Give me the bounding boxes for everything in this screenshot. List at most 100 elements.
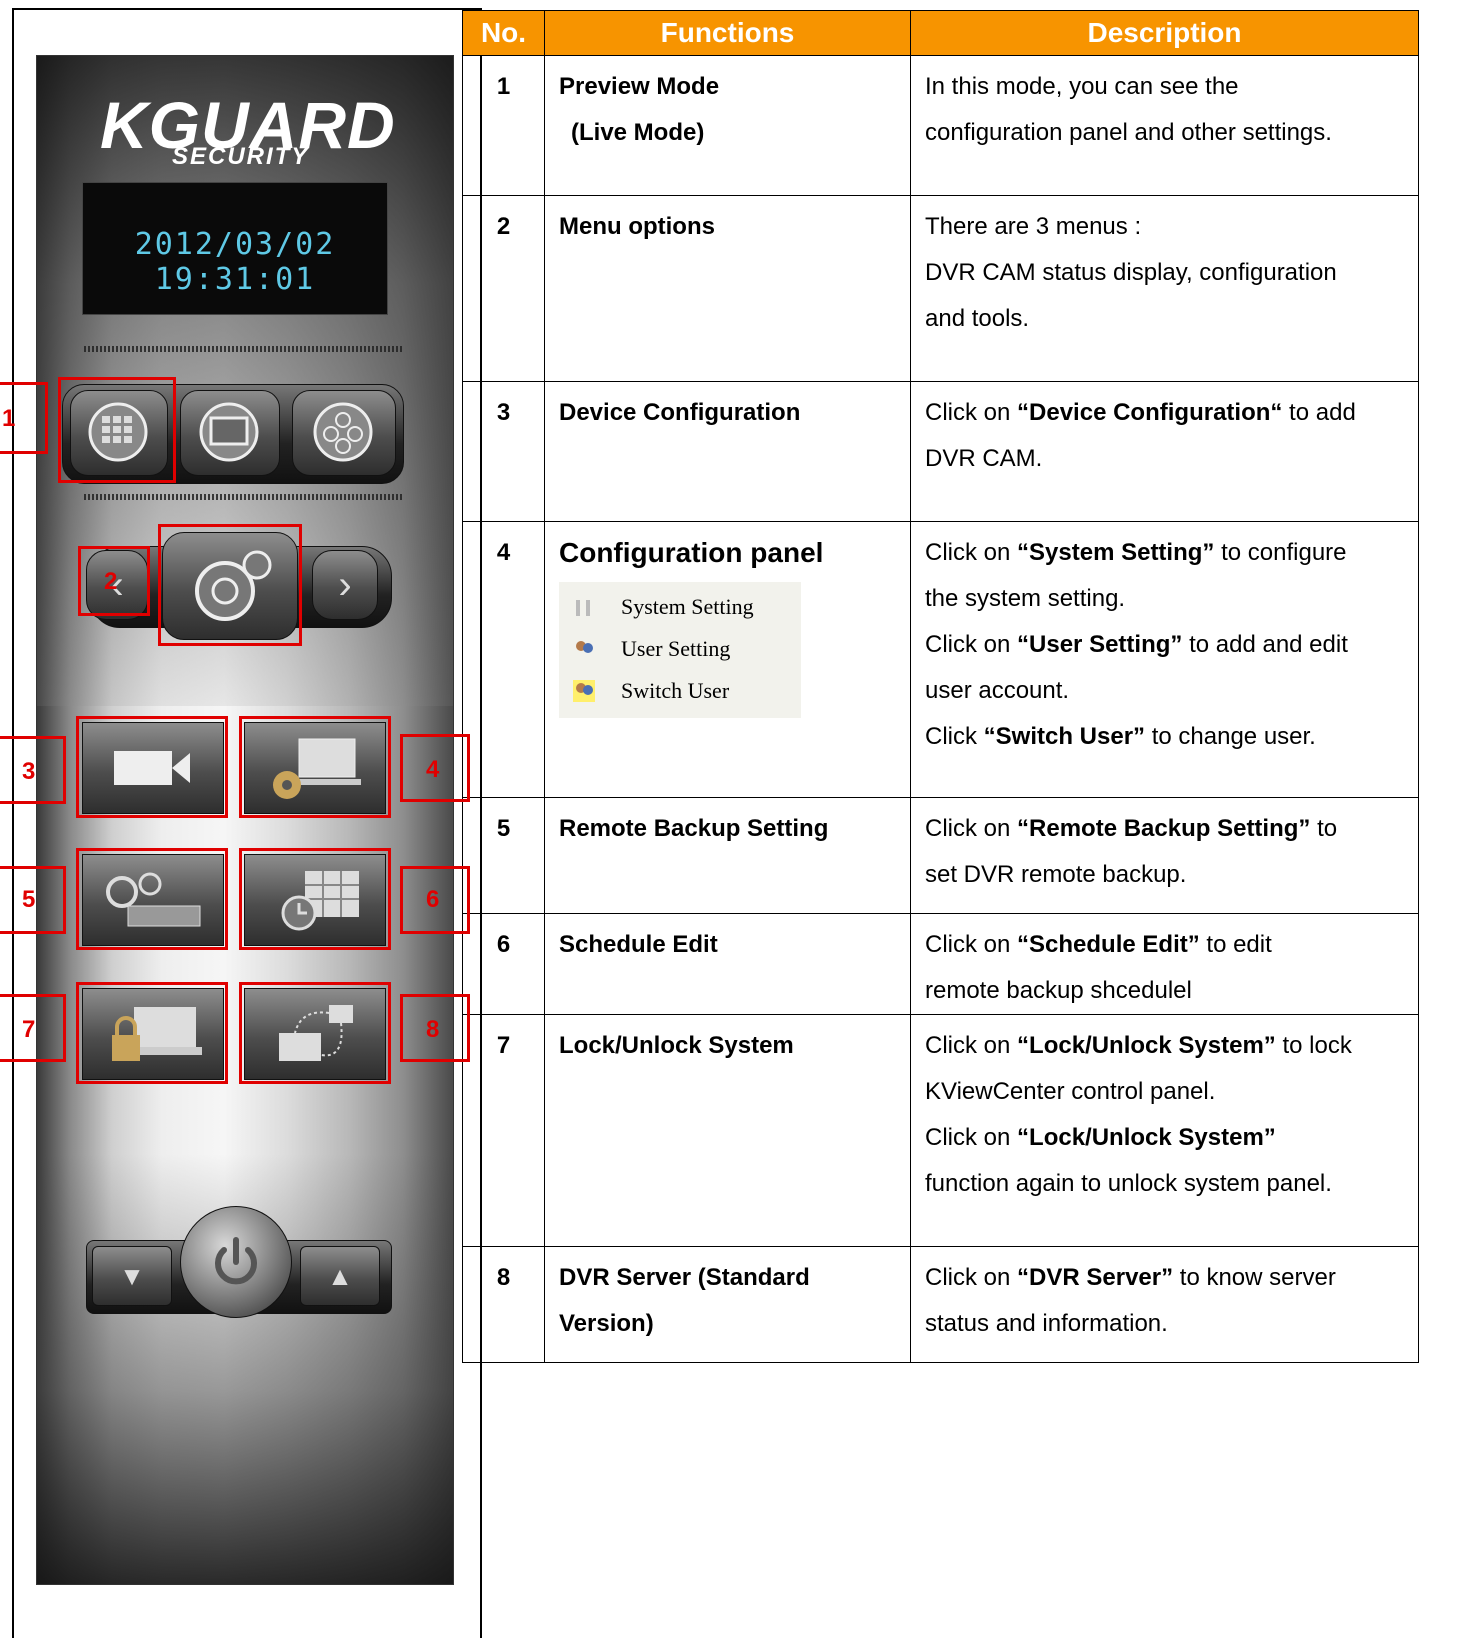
description-text: to change user.	[1145, 723, 1316, 750]
table-row: 8 DVR Server (Standard Version) Click on…	[462, 1246, 1419, 1363]
callout-highlight-1	[58, 377, 176, 483]
description-line: KViewCenter control panel.	[925, 1078, 1216, 1105]
description-text: Click on	[925, 815, 1018, 842]
function-name-cont: Version)	[559, 1310, 654, 1337]
row-number: 5	[462, 797, 545, 914]
table-row: 6 Schedule Edit Click on “Schedule Edit”…	[462, 913, 1419, 1015]
callout-highlight-7	[76, 982, 228, 1084]
row-number: 6	[462, 913, 545, 1015]
row-description: Click on “System Setting” to configure t…	[910, 521, 1419, 798]
callout-highlight-5	[76, 848, 228, 950]
callout-label-4: 4	[426, 756, 440, 783]
row-function: Configuration panel System Setting User …	[544, 521, 911, 798]
description-text: Click on	[925, 1032, 1018, 1059]
callout-highlight-4	[239, 716, 391, 818]
description-text: to add and edit	[1182, 631, 1348, 658]
row-function: Lock/Unlock System	[544, 1014, 911, 1247]
row-function: Remote Backup Setting	[544, 797, 911, 914]
header-no: No.	[462, 10, 545, 56]
function-name: Schedule Edit	[559, 931, 718, 958]
callout-label-6: 6	[426, 886, 440, 913]
scroll-down-button[interactable]: ▼	[92, 1246, 172, 1306]
description-line: configuration panel and other settings.	[925, 119, 1332, 146]
row-description: Click on “Device Configuration“ to add D…	[910, 381, 1419, 522]
description-text: to edit	[1199, 931, 1272, 958]
function-name: Menu options	[559, 213, 715, 240]
description-line: There are 3 menus :	[925, 213, 1142, 240]
film-reel-icon	[313, 402, 373, 462]
row-function: DVR Server (Standard Version)	[544, 1246, 911, 1363]
clock-time: 19:31:01	[154, 262, 316, 297]
table-row: 2 Menu options There are 3 menus : DVR C…	[462, 195, 1419, 382]
clock-date: 2012/03/02	[134, 227, 336, 262]
functions-table: No. Functions Description 1 Preview Mode…	[462, 10, 1419, 1363]
row-number: 4	[462, 521, 545, 798]
config-menu-image: System Setting User Setting Switch User	[559, 582, 801, 718]
row-description: In this mode, you can see the configurat…	[910, 55, 1419, 196]
description-text: Click on	[925, 1124, 1018, 1151]
row-number: 2	[462, 195, 545, 382]
description-text: Click on	[925, 631, 1018, 658]
callout-label-1: 1	[2, 405, 16, 432]
description-text: to configure	[1214, 539, 1347, 566]
description-text: to	[1310, 815, 1338, 842]
speaker-grille	[84, 494, 402, 500]
row-number: 3	[462, 381, 545, 522]
function-name: Configuration panel	[559, 537, 824, 568]
function-name-cont: (Live Mode)	[571, 119, 705, 146]
description-text: to add	[1282, 399, 1356, 426]
description-bold: “Remote Backup Setting”	[1017, 815, 1311, 842]
function-name: Lock/Unlock System	[559, 1032, 794, 1059]
menu-item-label: Switch User	[621, 678, 730, 703]
menu-next-button[interactable]: ›	[312, 550, 378, 620]
table-row: 5 Remote Backup Setting Click on “Remote…	[462, 797, 1419, 914]
description-line: the system setting.	[925, 585, 1126, 612]
menu-item-switch-user: Switch User	[559, 670, 801, 712]
description-bold: “Device Configuration“	[1017, 399, 1283, 426]
description-bold: “System Setting”	[1017, 539, 1215, 566]
description-text: to lock	[1275, 1032, 1352, 1059]
row-function: Menu options	[544, 195, 911, 382]
description-text: Click on	[925, 1264, 1018, 1291]
description-line: and tools.	[925, 305, 1030, 332]
menu-item-user-setting: User Setting	[559, 628, 801, 670]
description-line: In this mode, you can see the	[925, 73, 1239, 100]
description-line: function again to unlock system panel.	[925, 1170, 1332, 1197]
callout-label-5: 5	[22, 886, 36, 913]
callout-label-8: 8	[426, 1016, 440, 1043]
description-bold: “DVR Server”	[1017, 1264, 1174, 1291]
scroll-up-button[interactable]: ▲	[300, 1246, 380, 1306]
single-view-button[interactable]	[180, 390, 280, 476]
callout-label-3: 3	[22, 758, 36, 785]
table-header-row: No. Functions Description	[462, 10, 1419, 56]
description-text: to know server	[1173, 1264, 1336, 1291]
description-line: user account.	[925, 677, 1070, 704]
clock-display: 2012/03/02 19:31:01	[82, 182, 388, 315]
users-icon	[576, 641, 593, 653]
description-text: Click on	[925, 931, 1018, 958]
row-description: There are 3 menus : DVR CAM status displ…	[910, 195, 1419, 382]
function-name: Preview Mode	[559, 73, 720, 100]
description-line: set DVR remote backup.	[925, 861, 1187, 888]
description-text: Click on	[925, 539, 1018, 566]
kguard-logo: KGUARD SECURITY	[100, 92, 400, 175]
logo-subtext: SECURITY	[172, 143, 310, 170]
row-function: Preview Mode (Live Mode)	[544, 55, 911, 196]
row-number: 7	[462, 1014, 545, 1247]
description-line: DVR CAM status display, configuration	[925, 259, 1337, 286]
callout-label-7: 7	[22, 1016, 36, 1043]
playback-button[interactable]	[292, 390, 396, 476]
speaker-grille	[84, 346, 402, 352]
description-bold: “User Setting”	[1017, 631, 1183, 658]
row-description: Click on “Lock/Unlock System” to lock KV…	[910, 1014, 1419, 1247]
description-line: remote backup shcedulel	[925, 977, 1192, 1004]
table-row: 3 Device Configuration Click on “Device …	[462, 381, 1419, 522]
description-bold: “Schedule Edit”	[1017, 931, 1200, 958]
tools-icon	[576, 600, 590, 616]
arrow-down-icon: ▼	[119, 1260, 145, 1291]
switch-user-icon	[573, 680, 595, 702]
header-description: Description	[910, 10, 1419, 56]
description-text: Click on	[925, 399, 1018, 426]
row-function: Device Configuration	[544, 381, 911, 522]
power-button[interactable]	[180, 1206, 292, 1318]
